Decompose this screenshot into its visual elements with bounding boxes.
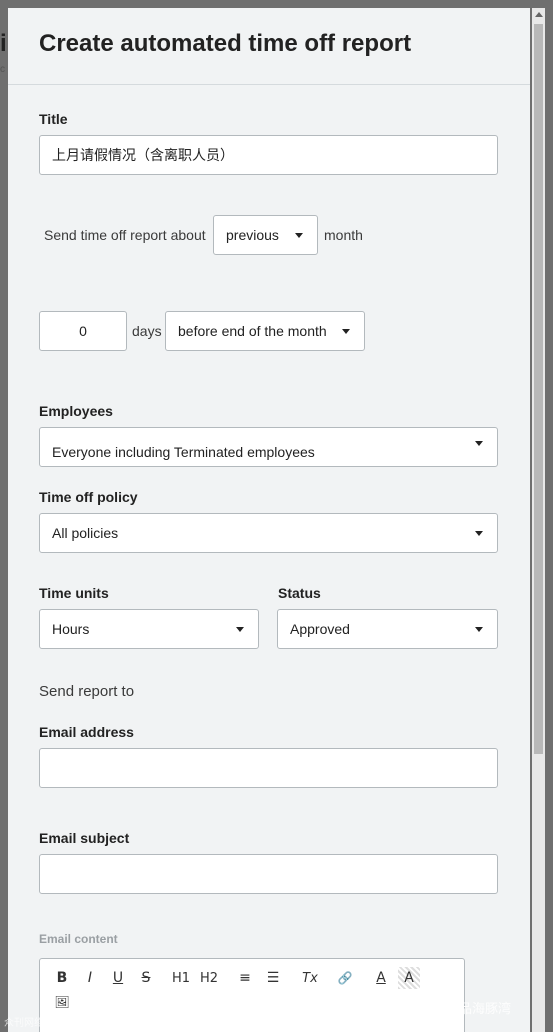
period-select[interactable]: previous	[213, 215, 318, 255]
policy-select[interactable]: All policies	[39, 513, 498, 553]
days-input[interactable]: 0	[39, 311, 127, 351]
title-input-value: 上月请假情况（含离职人员）	[52, 147, 234, 163]
italic-icon[interactable]: I	[79, 967, 101, 989]
bullet-list-icon[interactable]: ☰	[262, 967, 284, 989]
chevron-down-icon	[475, 627, 483, 632]
employees-select[interactable]: Everyone including Terminated employees	[39, 427, 498, 467]
heading-2-icon[interactable]: H2	[198, 967, 220, 989]
time-units-select-value: Hours	[52, 621, 90, 637]
image-icon[interactable]: 🖼	[51, 991, 73, 1013]
email-content-label: Email content	[39, 932, 118, 946]
status-select-value: Approved	[290, 621, 350, 637]
link-icon[interactable]: 🔗	[334, 967, 356, 989]
email-subject-label: Email subject	[39, 830, 130, 846]
email-address-label: Email address	[39, 724, 134, 740]
scrollbar-thumb[interactable]	[534, 24, 543, 754]
send-report-heading: Send report to	[39, 683, 135, 700]
email-address-input[interactable]	[39, 748, 498, 788]
email-subject-input[interactable]	[39, 854, 498, 894]
modal-header: Create automated time off report	[8, 8, 530, 85]
title-input[interactable]: 上月请假情况（含离职人员）	[39, 135, 498, 175]
scroll-up-icon[interactable]	[535, 12, 543, 17]
background-color-icon[interactable]: A	[398, 967, 420, 989]
watermark-right: 产品海豚湾	[446, 1001, 512, 1016]
chevron-down-icon	[236, 627, 244, 632]
days-label: days	[132, 323, 162, 339]
days-input-value: 0	[79, 323, 87, 339]
heading-1-icon[interactable]: H1	[170, 967, 192, 989]
modal-title: Create automated time off report	[39, 30, 412, 57]
chevron-down-icon	[475, 531, 483, 536]
chevron-down-icon	[295, 233, 303, 238]
clear-format-icon[interactable]: Tx	[299, 967, 321, 989]
modal-scrollbar[interactable]	[532, 8, 545, 1032]
time-units-label: Time units	[39, 585, 109, 601]
period-suffix-text: month	[324, 227, 363, 243]
schedule-timing-select[interactable]: before end of the month	[165, 311, 365, 351]
background-title-fragment: i	[0, 30, 7, 57]
employees-select-value: Everyone including Terminated employees	[52, 444, 315, 460]
ordered-list-icon[interactable]: ≡	[234, 967, 256, 989]
schedule-timing-value: before end of the month	[178, 323, 327, 339]
title-label: Title	[39, 111, 68, 127]
status-select[interactable]: Approved	[277, 609, 498, 649]
status-label: Status	[278, 585, 321, 601]
period-select-value: previous	[226, 227, 279, 243]
chevron-down-icon	[475, 441, 483, 446]
text-color-icon[interactable]: A	[370, 967, 392, 989]
bold-icon[interactable]: B	[51, 967, 73, 989]
employees-label: Employees	[39, 403, 113, 419]
underline-icon[interactable]: U	[107, 967, 129, 989]
automated-report-modal: Create automated time off report Title 上…	[8, 8, 530, 1032]
policy-select-value: All policies	[52, 525, 119, 541]
policy-label: Time off policy	[39, 489, 138, 505]
chevron-down-icon	[342, 329, 350, 334]
time-units-select[interactable]: Hours	[39, 609, 259, 649]
period-prefix-text: Send time off report about	[44, 227, 206, 243]
watermark-left: 众刊网络	[4, 1018, 44, 1029]
email-content-editor[interactable]: B I U S H1 H2 ≡ ☰ Tx 🔗 A A 🖼	[39, 958, 465, 1032]
strikethrough-icon[interactable]: S	[135, 967, 157, 989]
